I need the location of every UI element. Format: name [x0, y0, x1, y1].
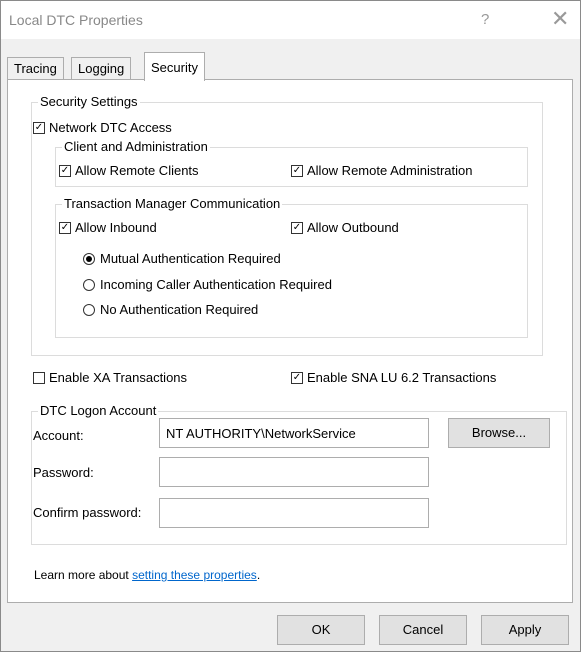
radio-selected-icon: [83, 252, 95, 265]
learn-more-suffix: .: [256, 568, 261, 582]
enable-sna-label: Enable SNA LU 6.2 Transactions: [307, 370, 497, 385]
allow-remote-admin-checkbox[interactable]: ✓ Allow Remote Administration: [291, 163, 472, 178]
checkbox-icon: ✓: [33, 121, 45, 134]
checkbox-icon: ✓: [291, 164, 303, 177]
enable-xa-checkbox[interactable]: Enable XA Transactions: [33, 370, 187, 385]
account-input[interactable]: [159, 418, 429, 448]
allow-inbound-checkbox[interactable]: ✓ Allow Inbound: [59, 220, 157, 235]
tab-tracing[interactable]: Tracing: [7, 57, 64, 80]
client-admin-label: Client and Administration: [62, 139, 210, 154]
account-label: Account:: [33, 428, 84, 443]
security-panel: Security Settings ✓ Network DTC Access C…: [7, 79, 573, 603]
ok-button[interactable]: OK: [277, 615, 365, 645]
incoming-caller-auth-radio[interactable]: Incoming Caller Authentication Required: [83, 277, 332, 292]
confirm-password-input[interactable]: [159, 498, 429, 528]
no-auth-radio[interactable]: No Authentication Required: [83, 302, 258, 317]
allow-inbound-label: Allow Inbound: [75, 220, 157, 235]
allow-outbound-label: Allow Outbound: [307, 220, 399, 235]
allow-remote-clients-label: Allow Remote Clients: [75, 163, 199, 178]
logon-account-label: DTC Logon Account: [38, 403, 159, 418]
learn-more-text: Learn more about setting these propertie…: [34, 568, 260, 582]
learn-more-prefix: Learn more about: [34, 568, 133, 582]
dialog-window: Local DTC Properties ? ✕ Tracing Logging…: [0, 0, 581, 652]
apply-button[interactable]: Apply: [481, 615, 569, 645]
radio-icon: [83, 303, 95, 316]
allow-outbound-checkbox[interactable]: ✓ Allow Outbound: [291, 220, 399, 235]
tab-security[interactable]: Security: [144, 52, 205, 81]
browse-button[interactable]: Browse...: [448, 418, 550, 448]
cancel-button[interactable]: Cancel: [379, 615, 467, 645]
title-bar: Local DTC Properties ? ✕: [1, 1, 580, 39]
confirm-password-label: Confirm password:: [33, 505, 142, 520]
password-label: Password:: [33, 465, 94, 480]
help-icon[interactable]: ?: [481, 11, 489, 28]
allow-remote-admin-label: Allow Remote Administration: [307, 163, 473, 178]
network-dtc-access-label: Network DTC Access: [49, 120, 172, 135]
checkbox-icon: [33, 371, 45, 384]
tm-communication-label: Transaction Manager Communication: [62, 196, 283, 211]
enable-sna-checkbox[interactable]: ✓ Enable SNA LU 6.2 Transactions: [291, 370, 496, 385]
checkbox-icon: ✓: [291, 371, 303, 384]
checkbox-icon: ✓: [59, 164, 71, 177]
mutual-auth-label: Mutual Authentication Required: [100, 251, 281, 266]
enable-xa-label: Enable XA Transactions: [49, 370, 188, 385]
setting-properties-link[interactable]: setting these properties: [132, 568, 257, 582]
network-dtc-access-checkbox[interactable]: ✓ Network DTC Access: [33, 120, 172, 135]
tab-logging[interactable]: Logging: [71, 57, 132, 80]
radio-icon: [83, 278, 95, 291]
password-input[interactable]: [159, 457, 429, 487]
security-settings-label: Security Settings: [38, 94, 140, 109]
mutual-auth-radio[interactable]: Mutual Authentication Required: [83, 251, 281, 266]
checkbox-icon: ✓: [291, 221, 303, 234]
no-auth-label: No Authentication Required: [100, 302, 259, 317]
incoming-caller-auth-label: Incoming Caller Authentication Required: [100, 277, 332, 292]
checkbox-icon: ✓: [59, 221, 71, 234]
allow-remote-clients-checkbox[interactable]: ✓ Allow Remote Clients: [59, 163, 199, 178]
window-title: Local DTC Properties: [9, 12, 143, 28]
close-icon[interactable]: ✕: [551, 6, 569, 32]
